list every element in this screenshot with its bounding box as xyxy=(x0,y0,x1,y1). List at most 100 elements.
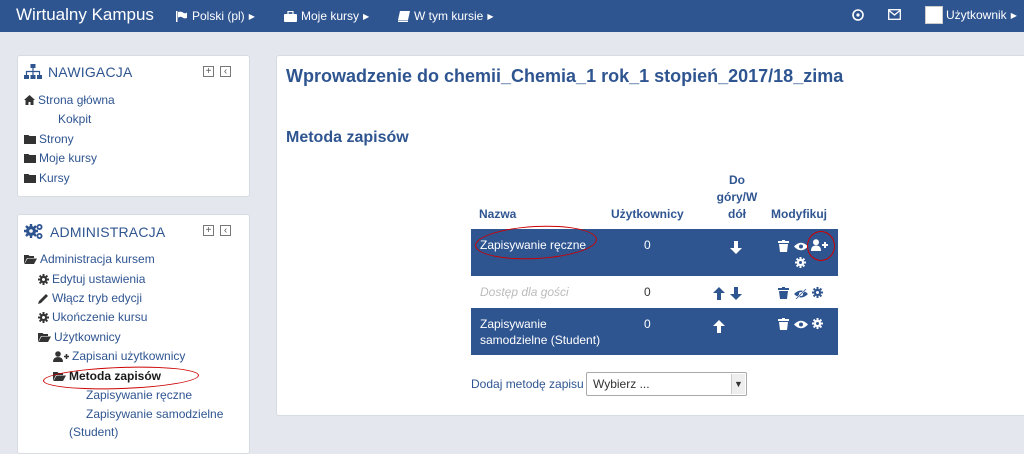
header-users: Użytkownicy xyxy=(611,207,684,221)
table-row: Zapisywanie samodzielne (Student) 0 xyxy=(471,308,838,355)
notifications-button[interactable] xyxy=(852,9,864,24)
eye-slash-icon[interactable] xyxy=(794,289,808,299)
eye-icon[interactable] xyxy=(794,320,808,329)
annotation-ellipse xyxy=(807,231,835,261)
arrow-down-icon[interactable] xyxy=(730,241,742,254)
briefcase-icon xyxy=(284,10,297,22)
caret-right-icon: ▶ xyxy=(363,11,370,21)
nav-item-dashboard[interactable]: Kokpit xyxy=(58,112,91,126)
admin-item-edit-settings[interactable]: Edytuj ustawienia xyxy=(38,272,145,286)
administration-block: ADMINISTRACJA + ‹ Administracja kursem E… xyxy=(17,214,250,454)
add-method-select[interactable]: Wybierz ... ▼ xyxy=(586,372,747,396)
cog-icon[interactable] xyxy=(812,318,823,329)
nav-item-label: Moje kursy xyxy=(39,151,98,165)
admin-item-users[interactable]: Użytkownicy xyxy=(38,330,121,344)
cog-icon xyxy=(38,273,49,285)
add-method-label: Dodaj metodę zapisu xyxy=(471,377,584,391)
caret-right-icon: ▶ xyxy=(248,11,255,21)
nav-item-courses[interactable]: Kursy xyxy=(24,171,70,185)
dock-icon[interactable]: ‹ xyxy=(220,66,231,77)
admin-item-self-enrolment-role[interactable]: (Student) xyxy=(69,425,118,439)
admin-item-label: Administracja kursem xyxy=(40,252,155,266)
admin-item-label: Użytkownicy xyxy=(54,330,121,344)
nav-item-home[interactable]: Strona główna xyxy=(24,93,115,107)
navigation-block: NAWIGACJA + ‹ Strona główna Kokpit Stron… xyxy=(17,55,250,197)
flag-icon xyxy=(176,10,187,22)
nav-item-label: Strona główna xyxy=(38,93,115,107)
header-updown-line: góry/W xyxy=(716,190,758,204)
admin-item-course-completion[interactable]: Ukończenie kursu xyxy=(38,310,147,324)
administration-title-text: ADMINISTRACJA xyxy=(50,224,166,240)
eye-icon[interactable] xyxy=(794,242,808,251)
user-menu[interactable]: Użytkownik ▶ xyxy=(925,6,1017,24)
home-icon xyxy=(24,95,35,105)
admin-item-manual-enrolment[interactable]: Zapisywanie ręczne xyxy=(86,388,192,402)
admin-item-label: Zapisani użytkownicy xyxy=(72,349,186,363)
trash-icon[interactable] xyxy=(778,318,789,330)
nav-item-label: Kokpit xyxy=(58,112,92,126)
expand-icon[interactable]: + xyxy=(203,225,214,236)
row-name: Dostęp dla gości xyxy=(480,285,569,299)
admin-item-label: Zapisywanie samodzielne xyxy=(86,407,224,421)
caret-right-icon: ▶ xyxy=(487,11,494,21)
row-users: 0 xyxy=(644,285,651,299)
header-updown-line: dół xyxy=(728,207,746,221)
navigation-block-title: NAWIGACJA xyxy=(24,64,133,80)
language-label: Polski (pl) xyxy=(192,9,245,23)
arrow-down-icon[interactable] xyxy=(730,287,742,300)
envelope-icon xyxy=(888,9,901,20)
sitemap-icon xyxy=(24,64,42,79)
administration-block-title: ADMINISTRACJA xyxy=(24,223,165,241)
nav-item-my-courses[interactable]: Moje kursy xyxy=(24,151,97,165)
header-name: Nazwa xyxy=(479,207,517,221)
language-menu[interactable]: Polski (pl) ▶ xyxy=(176,9,255,23)
folder-open-icon xyxy=(24,255,37,264)
block-controls: + ‹ xyxy=(203,66,231,77)
row-users: 0 xyxy=(644,238,651,252)
cog-icon[interactable] xyxy=(812,287,823,298)
admin-item-edit-mode[interactable]: Włącz tryb edycji xyxy=(38,291,142,305)
trash-icon[interactable] xyxy=(778,240,789,252)
main-content: Wprowadzenie do chemii_Chemia_1 rok_1 st… xyxy=(276,55,1024,416)
dock-icon[interactable]: ‹ xyxy=(220,225,231,236)
clock-icon xyxy=(852,9,864,21)
admin-item-label: Edytuj ustawienia xyxy=(52,272,146,286)
arrow-up-icon[interactable] xyxy=(713,287,725,300)
this-course-menu[interactable]: W tym kursie ▶ xyxy=(398,9,494,23)
folder-icon xyxy=(24,135,36,144)
admin-item-label: Zapisywanie ręczne xyxy=(86,388,193,402)
messages-button[interactable] xyxy=(888,9,901,23)
admin-item-enrolled-users[interactable]: Zapisani użytkownicy xyxy=(53,349,185,363)
chevron-down-icon: ▼ xyxy=(731,374,745,394)
site-brand[interactable]: Wirtualny Kampus xyxy=(16,5,154,25)
admin-item-course-administration[interactable]: Administracja kursem xyxy=(24,252,155,266)
trash-icon[interactable] xyxy=(778,287,789,299)
pencil-icon xyxy=(38,293,48,304)
section-title: Metoda zapisów xyxy=(286,129,409,146)
block-controls: + ‹ xyxy=(203,225,231,236)
row-name: Zapisywanie samodzielne (Student) xyxy=(480,316,600,348)
cog-icon[interactable] xyxy=(795,257,806,268)
my-courses-menu[interactable]: Moje kursy ▶ xyxy=(284,9,369,23)
row-name-line: samodzielne (Student) xyxy=(480,333,601,347)
course-title: Wprowadzenie do chemii_Chemia_1 rok_1 st… xyxy=(286,66,844,86)
header-updown-line: Do xyxy=(729,173,745,187)
table-row: Dostęp dla gości 0 xyxy=(471,276,838,308)
navigation-title-text: NAWIGACJA xyxy=(48,64,133,80)
nav-item-pages[interactable]: Strony xyxy=(24,132,74,146)
top-navbar: Wirtualny Kampus Polski (pl) ▶ Moje kursy… xyxy=(0,0,1024,32)
admin-item-self-enrolment[interactable]: Zapisywanie samodzielne xyxy=(86,407,223,421)
row-users: 0 xyxy=(644,317,651,331)
folder-icon xyxy=(24,174,36,183)
arrow-up-icon[interactable] xyxy=(713,320,725,333)
admin-item-label: (Student) xyxy=(69,425,119,439)
header-edit: Modyfikuj xyxy=(771,207,827,221)
avatar xyxy=(925,6,943,24)
row-name-line: Zapisywanie xyxy=(480,317,547,331)
folder-icon xyxy=(24,154,36,163)
admin-item-label: Włącz tryb edycji xyxy=(52,291,143,305)
expand-icon[interactable]: + xyxy=(203,66,214,77)
nav-item-label: Kursy xyxy=(39,171,70,185)
my-courses-label: Moje kursy xyxy=(301,9,360,23)
caret-right-icon: ▶ xyxy=(1010,10,1017,20)
